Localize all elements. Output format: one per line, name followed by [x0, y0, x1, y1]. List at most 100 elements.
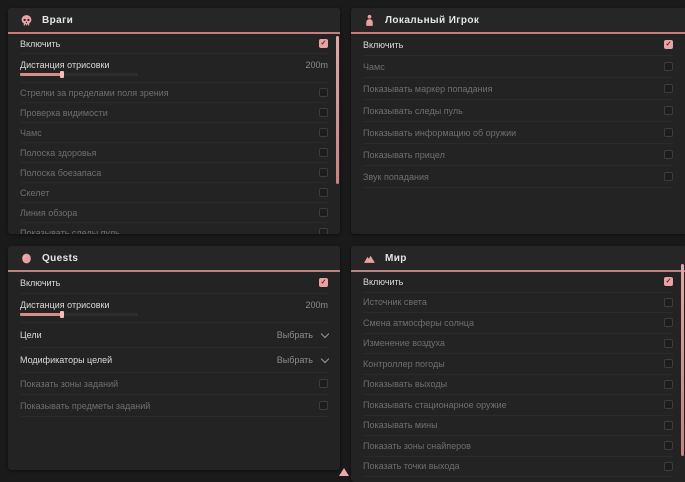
slider-fill: [20, 73, 62, 76]
row-quests-enable: Включить ✓: [20, 272, 328, 294]
slider-fill: [20, 313, 62, 316]
mountain-icon: [363, 252, 376, 265]
row-label: Звук попадания: [363, 172, 429, 182]
checkbox-health-bar[interactable]: [319, 148, 328, 157]
row-label: Показывать следы пуль: [363, 106, 463, 116]
target-modifiers-dropdown[interactable]: Выбрать: [277, 355, 328, 365]
row-label: Дистанция отрисовки: [20, 60, 110, 70]
row-label: Изменение воздуха: [363, 338, 445, 348]
row-lp-chams: Чамс: [363, 56, 673, 78]
checkbox-offscreen-arrows[interactable]: [319, 88, 328, 97]
row-label: Показывать стационарное оружие: [363, 400, 507, 410]
row-world-light-source: Источник света: [363, 293, 673, 314]
draw-distance-slider[interactable]: [20, 73, 138, 76]
row-label: Показывать прицел: [363, 150, 445, 160]
row-label: Источник света: [363, 297, 427, 307]
checkbox-lp-enable[interactable]: ✓: [664, 40, 673, 49]
row-enemies-bullet-trails: Показывать следы пуль: [20, 223, 328, 234]
row-label: Дистанция отрисовки: [20, 300, 110, 310]
row-world-sun-atmosphere: Смена атмосферы солнца: [363, 313, 673, 334]
row-enemies-ammo-bar: Полоска боезапаса: [20, 163, 328, 183]
row-label: Смена атмосферы солнца: [363, 318, 474, 328]
row-enemies-offscreen-arrows: Стрелки за пределами поля зрения: [20, 83, 328, 103]
checkbox-chams[interactable]: [319, 128, 328, 137]
person-icon: [363, 14, 376, 27]
row-label: Показать зоны снайперов: [363, 441, 471, 451]
row-label: Чамс: [363, 62, 385, 72]
checkbox-line-of-sight[interactable]: [319, 208, 328, 217]
panel-local-player-rows: Включить ✓ Чамс Показывать маркер попада…: [351, 34, 685, 188]
checkbox-quest-items[interactable]: [319, 401, 328, 410]
row-world-exit-points: Показать точки выхода: [363, 457, 673, 478]
dropdown-value: Выбрать: [277, 330, 313, 340]
checkbox-lp-bullet-trails[interactable]: [664, 106, 673, 115]
row-label: Контроллер погоды: [363, 359, 445, 369]
checkbox-light-source[interactable]: [664, 298, 673, 307]
slider-thumb[interactable]: [60, 311, 64, 318]
panel-enemies-rows: Включить ✓ Дистанция отрисовки 200m Стре…: [8, 34, 340, 234]
row-world-weather-controller: Контроллер погоды: [363, 354, 673, 375]
row-label: Скелет: [20, 188, 49, 198]
row-label: Показывать следы пуль: [20, 228, 120, 235]
row-enemies-visibility-check: Проверка видимости: [20, 103, 328, 123]
checkbox-lp-crosshair[interactable]: [664, 150, 673, 159]
slider-thumb[interactable]: [60, 71, 64, 78]
checkbox-lp-weapon-info[interactable]: [664, 128, 673, 137]
panel-quests-title: Quests: [42, 253, 78, 264]
row-world-mines: Показывать мины: [363, 416, 673, 437]
checkbox-stationary-weapons[interactable]: [664, 400, 673, 409]
panel-world-title: Мир: [385, 253, 407, 264]
checkbox-lp-hitmarker[interactable]: [664, 84, 673, 93]
checkbox-skeleton[interactable]: [319, 188, 328, 197]
checkbox-mines[interactable]: [664, 421, 673, 430]
panel-world-rows: Включить ✓ Источник света Смена атмосфер…: [351, 272, 685, 477]
checkbox-world-enable[interactable]: ✓: [664, 277, 673, 286]
row-quests-targets: Цели Выбрать: [20, 323, 328, 348]
checkbox-exit-points[interactable]: [664, 462, 673, 471]
checkbox-ammo-bar[interactable]: [319, 168, 328, 177]
row-quests-items: Показывать предметы заданий: [20, 395, 328, 417]
panel-quests-header: Quests: [8, 246, 340, 272]
slider-value: 200m: [305, 60, 328, 70]
row-label: Включить: [363, 40, 403, 50]
checkbox-sun-atmosphere[interactable]: [664, 318, 673, 327]
checkbox-visibility-check[interactable]: [319, 108, 328, 117]
skull-icon: [20, 14, 33, 27]
row-world-sniper-zones: Показать зоны снайперов: [363, 436, 673, 457]
cursor-triangle: [339, 468, 349, 476]
panel-local-player-header: Локальный Игрок: [351, 8, 685, 34]
quest-marker-icon: [20, 252, 33, 265]
chevron-down-icon: [321, 354, 329, 362]
panel-world: Мир Включить ✓ Источник света Смена атмо…: [351, 246, 685, 482]
row-enemies-health-bar: Полоска здоровья: [20, 143, 328, 163]
enemies-scrollbar[interactable]: [336, 36, 339, 184]
row-label: Показывать мины: [363, 420, 438, 430]
checkbox-lp-chams[interactable]: [664, 62, 673, 71]
row-enemies-draw-distance: Дистанция отрисовки 200m: [20, 54, 328, 83]
panel-quests-rows: Включить ✓ Дистанция отрисовки 200m Цели…: [8, 272, 340, 417]
row-label: Включить: [20, 278, 60, 288]
targets-dropdown[interactable]: Выбрать: [277, 330, 328, 340]
row-lp-bullet-trails: Показывать следы пуль: [363, 100, 673, 122]
checkbox-quests-enable[interactable]: ✓: [319, 278, 328, 287]
row-label: Полоска боезапаса: [20, 168, 101, 178]
checkbox-weather-controller[interactable]: [664, 359, 673, 368]
checkbox-sniper-zones[interactable]: [664, 441, 673, 450]
checkbox-exits[interactable]: [664, 380, 673, 389]
checkbox-air-change[interactable]: [664, 339, 673, 348]
checkbox-quest-zones[interactable]: [319, 379, 328, 388]
row-label: Включить: [363, 277, 403, 287]
row-enemies-chams: Чамс: [20, 123, 328, 143]
checkbox-lp-hitsound[interactable]: [664, 172, 673, 181]
checkbox-bullet-trails[interactable]: [319, 228, 328, 234]
checkbox-enemies-enable[interactable]: ✓: [319, 39, 328, 48]
row-label: Показывать выходы: [363, 379, 447, 389]
row-label: Линия обзора: [20, 208, 77, 218]
world-scrollbar[interactable]: [681, 264, 684, 456]
row-lp-hitmarker: Показывать маркер попадания: [363, 78, 673, 100]
row-lp-enable: Включить ✓: [363, 34, 673, 56]
row-label: Включить: [20, 39, 60, 49]
chevron-down-icon: [321, 329, 329, 337]
row-label: Показывать информацию об оружии: [363, 128, 516, 138]
quests-draw-distance-slider[interactable]: [20, 313, 138, 316]
